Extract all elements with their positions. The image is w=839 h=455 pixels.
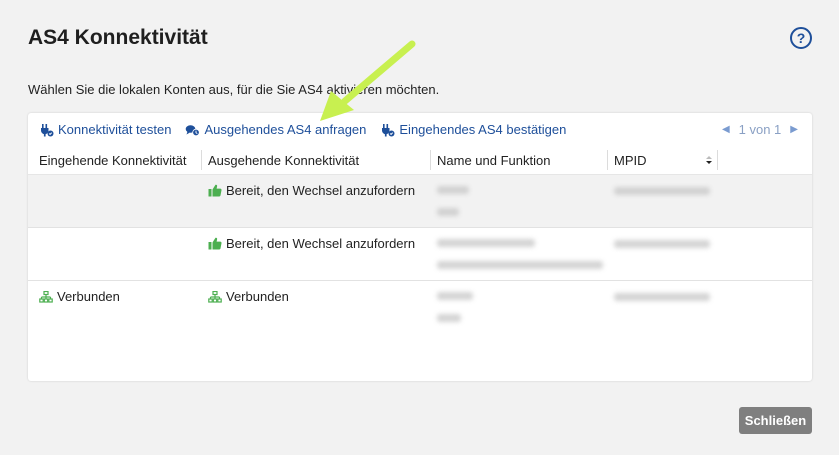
table-header: Eingehende Konnektivität Ausgehende Konn…: [28, 146, 812, 175]
network-icon: [39, 290, 53, 303]
redacted-text: [437, 261, 603, 269]
name-function-cell: [431, 175, 608, 227]
confirm-incoming-as4-button[interactable]: Eingehendes AS4 bestätigen: [380, 122, 566, 137]
incoming-status-cell: [28, 175, 202, 227]
plug-check-icon: [41, 123, 54, 136]
table-row[interactable]: Verbunden Verbunden: [28, 281, 812, 333]
outgoing-status-label: Verbunden: [226, 289, 289, 304]
outgoing-status-cell: Bereit, den Wechsel anzufordern: [202, 175, 431, 227]
column-header-incoming[interactable]: Eingehende Konnektivität: [28, 146, 201, 174]
network-icon: [208, 290, 222, 303]
table-row[interactable]: Bereit, den Wechsel anzufordern: [28, 228, 812, 281]
chat-request-icon: [186, 124, 201, 136]
mpid-cell: [608, 228, 718, 280]
incoming-status-cell: Verbunden: [28, 281, 202, 333]
plug-confirm-icon: [382, 123, 395, 136]
thumbs-up-icon: [208, 237, 222, 250]
incoming-status-cell: [28, 228, 202, 280]
redacted-text: [614, 187, 710, 195]
dialog-description: Wählen Sie die lokalen Konten aus, für d…: [28, 82, 440, 97]
toolbar: Konnektivität testen Ausgehendes AS4 anf…: [28, 113, 812, 146]
accounts-panel: Konnektivität testen Ausgehendes AS4 anf…: [28, 113, 812, 381]
test-connectivity-label: Konnektivität testen: [58, 122, 172, 137]
test-connectivity-button[interactable]: Konnektivität testen: [39, 122, 171, 137]
column-header-mpid-label: MPID: [614, 152, 647, 168]
next-page-icon[interactable]: ▶: [790, 124, 798, 135]
column-header-name[interactable]: Name und Funktion: [431, 146, 607, 174]
column-header-outgoing[interactable]: Ausgehende Konnektivität: [202, 146, 430, 174]
redacted-text: [437, 239, 535, 247]
pagination: ◀ 1 von 1 ▶: [722, 113, 798, 146]
request-outgoing-as4-label: Ausgehendes AS4 anfragen: [204, 122, 367, 137]
thumbs-up-icon: [208, 184, 222, 197]
redacted-text: [437, 208, 459, 216]
outgoing-status-label: Bereit, den Wechsel anzufordern: [226, 183, 416, 198]
outgoing-status-cell: Verbunden: [202, 281, 431, 333]
redacted-text: [437, 314, 461, 322]
outgoing-status-cell: Bereit, den Wechsel anzufordern: [202, 228, 431, 280]
help-icon[interactable]: ?: [790, 27, 812, 49]
redacted-text: [437, 186, 469, 194]
outgoing-status-label: Bereit, den Wechsel anzufordern: [226, 236, 416, 251]
redacted-text: [437, 292, 473, 300]
table-row[interactable]: Bereit, den Wechsel anzufordern: [28, 175, 812, 228]
name-function-cell: [431, 228, 608, 280]
redacted-text: [614, 240, 710, 248]
column-divider[interactable]: [717, 150, 718, 170]
request-outgoing-as4-button[interactable]: Ausgehendes AS4 anfragen: [185, 122, 366, 137]
incoming-status-label: Verbunden: [57, 289, 120, 304]
mpid-cell: [608, 281, 718, 333]
name-function-cell: [431, 281, 608, 333]
previous-page-icon[interactable]: ◀: [722, 124, 730, 135]
close-button[interactable]: Schließen: [739, 407, 812, 434]
mpid-cell: [608, 175, 718, 227]
column-header-mpid[interactable]: MPID: [608, 146, 717, 174]
dialog-title: AS4 Konnektivität: [28, 26, 208, 49]
redacted-text: [614, 293, 710, 301]
page-indicator: 1 von 1: [738, 122, 782, 137]
confirm-incoming-as4-label: Eingehendes AS4 bestätigen: [399, 122, 567, 137]
sort-icon[interactable]: [704, 155, 714, 165]
